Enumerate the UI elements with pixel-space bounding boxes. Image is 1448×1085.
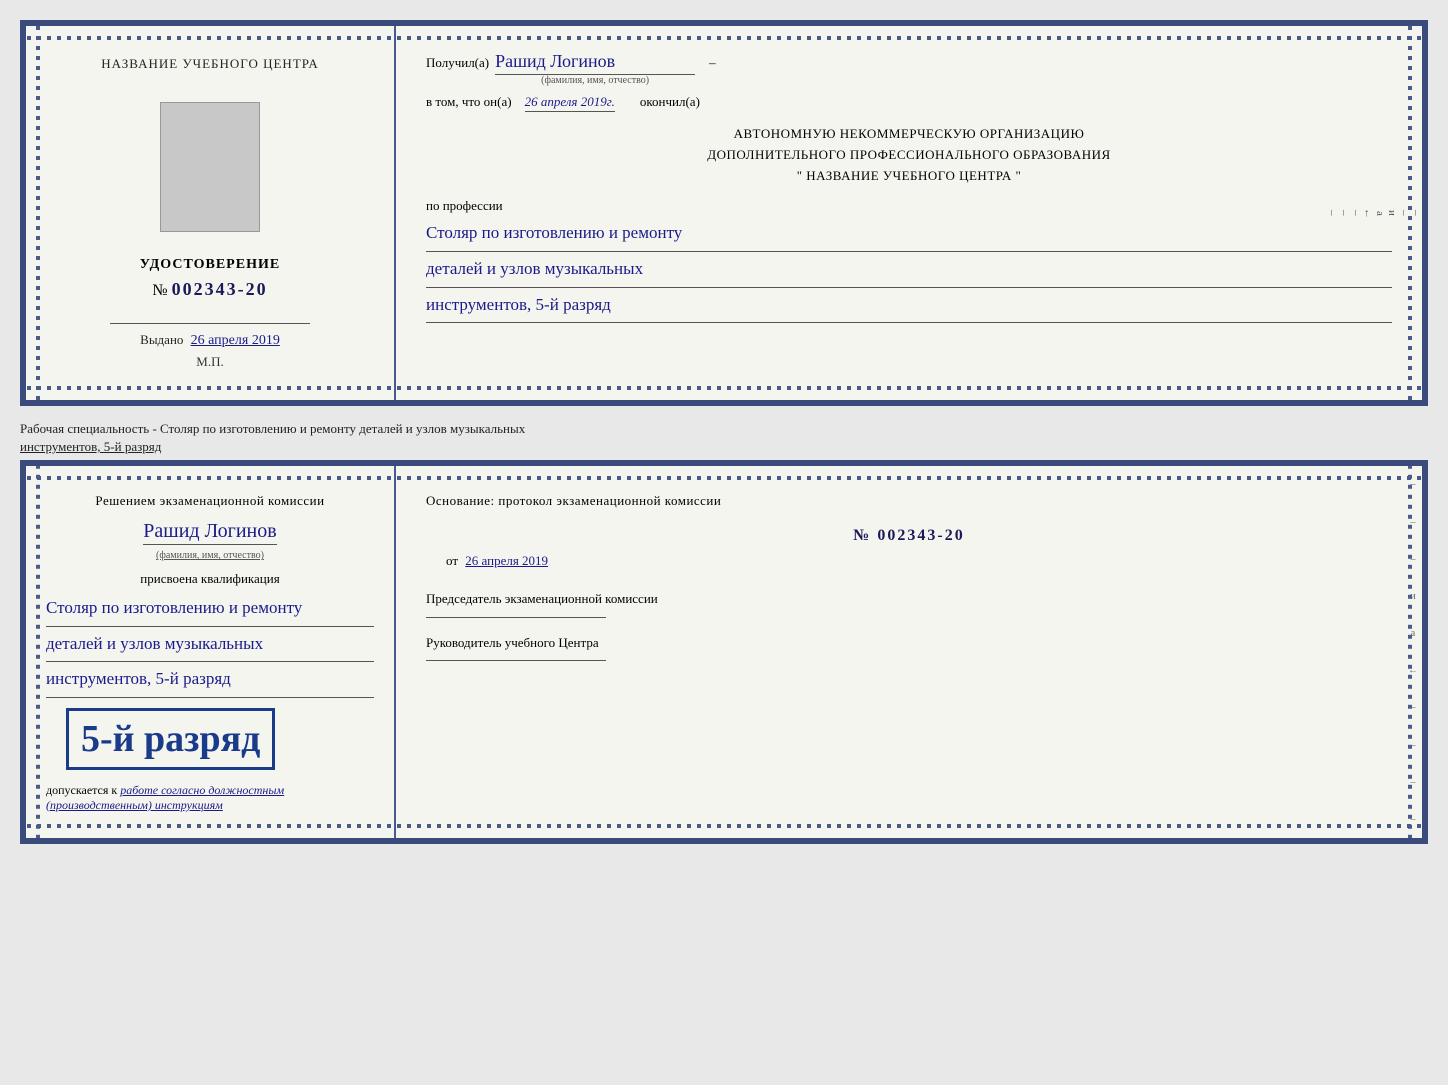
decision-label: Решением экзаменационной комиссии [95,493,324,508]
cert-number: 002343-20 [172,279,268,299]
cert-number-prefix: № [152,282,167,299]
assigned-label: присвоена квалификация [46,571,374,587]
qualification-line1: Столяр по изготовлению и ремонту [46,593,374,627]
divider-line-left [110,323,310,324]
profession-line2: деталей и узлов музыкальных [426,254,1392,288]
допускается-block: допускается к работе согласно должностны… [46,783,374,813]
chairman-signature-line [426,617,606,618]
profession-handwritten-bottom: Столяр по изготовлению и ремонту деталей… [46,593,374,698]
finished-label: окончил(а) [640,94,700,110]
org-block: АВТОНОМНУЮ НЕКОММЕРЧЕСКУЮ ОРГАНИЗАЦИЮ ДО… [426,124,1392,186]
stamp-mp: М.П. [196,354,223,370]
received-line: Получил(а) Рашид Логинов (фамилия, имя, … [426,51,1392,86]
name-sublabel-bottom: (фамилия, имя, отчество) [156,550,264,561]
profession-handwritten-top: Столяр по изготовлению и ремонту деталей… [426,218,1392,323]
chairman-label: Председатель экзаменационной комиссии [426,589,1392,609]
certificate-container: НАЗВАНИЕ УЧЕБНОГО ЦЕНТРА УДОСТОВЕРЕНИЕ №… [20,20,1428,844]
big-rank: 5-й разряд [66,708,275,770]
director-signature-line [426,660,606,661]
recipient-name-top: Рашид Логинов [495,51,695,75]
from-date-line: от 26 апреля 2019 [426,553,1392,569]
top-certificate: НАЗВАНИЕ УЧЕБНОГО ЦЕНТРА УДОСТОВЕРЕНИЕ №… [20,20,1428,406]
label-between-normal: Рабочая специальность - Столяр по изгото… [20,421,525,436]
date-handwritten-top: 26 апреля 2019г. [525,94,615,112]
profession-line3: инструментов, 5-й разряд [426,290,1392,324]
bottom-right-panel: Основание: протокол экзаменационной коми… [396,466,1422,838]
допускается-label: допускается к [46,783,117,797]
photo-placeholder [160,102,260,232]
in-that-label: в том, что он(а) [426,94,512,110]
decision-text: Решением экзаменационной комиссии [46,491,374,512]
dash-after-name: – [709,55,716,71]
cert-title: УДОСТОВЕРЕНИЕ [140,257,280,273]
basis-text: Основание: протокол экзаменационной коми… [426,491,1392,512]
org-line3: " НАЗВАНИЕ УЧЕБНОГО ЦЕНТРА " [426,166,1392,187]
org-line1: АВТОНОМНУЮ НЕКОММЕРЧЕСКУЮ ОРГАНИЗАЦИЮ [426,124,1392,145]
top-right-panel: Получил(а) Рашид Логинов (фамилия, имя, … [396,26,1422,400]
profession-line1: Столяр по изготовлению и ремонту [426,218,1392,252]
in-that-line: в том, что он(а) 26 апреля 2019г. окончи… [426,94,1392,112]
label-between-underlined: инструментов, 5-й разряд [20,439,161,454]
qualification-line3: инструментов, 5-й разряд [46,664,374,698]
recipient-name-bottom: Рашид Логинов [143,520,276,545]
issued-label: Выдано [140,332,183,347]
profession-label: по профессии [426,198,1392,214]
label-between: Рабочая специальность - Столяр по изгото… [20,420,1428,456]
director-block: Руководитель учебного Центра [426,633,1392,662]
side-decoration-top: – – и а ← – – – [1404,26,1422,400]
issued-date-line: Выдано 26 апреля 2019 [140,332,280,349]
qualification-line2: деталей и узлов музыкальных [46,629,374,663]
bottom-certificate: Решением экзаменационной комиссии Рашид … [20,460,1428,844]
protocol-number: 002343-20 [877,527,964,544]
director-label: Руководитель учебного Центра [426,633,1392,653]
received-label: Получил(а) [426,55,489,71]
top-left-panel: НАЗВАНИЕ УЧЕБНОГО ЦЕНТРА УДОСТОВЕРЕНИЕ №… [26,26,396,400]
from-label: от [446,553,458,568]
protocol-number-line: № 002343-20 [426,527,1392,545]
top-center-title: НАЗВАНИЕ УЧЕБНОГО ЦЕНТРА [101,56,318,72]
from-date-value: 26 апреля 2019 [465,553,548,568]
chairman-block: Председатель экзаменационной комиссии [426,589,1392,618]
issued-date-value: 26 апреля 2019 [191,333,280,348]
bottom-left-panel: Решением экзаменационной комиссии Рашид … [26,466,396,838]
side-decoration-bottom: – – – и а ← – – – – [1404,466,1422,838]
org-line2: ДОПОЛНИТЕЛЬНОГО ПРОФЕССИОНАЛЬНОГО ОБРАЗО… [426,145,1392,166]
basis-label: Основание: протокол экзаменационной коми… [426,493,721,508]
name-sublabel-top: (фамилия, имя, отчество) [541,75,649,86]
protocol-prefix: № [853,527,871,544]
cert-number-section: УДОСТОВЕРЕНИЕ № 002343-20 [140,257,280,300]
